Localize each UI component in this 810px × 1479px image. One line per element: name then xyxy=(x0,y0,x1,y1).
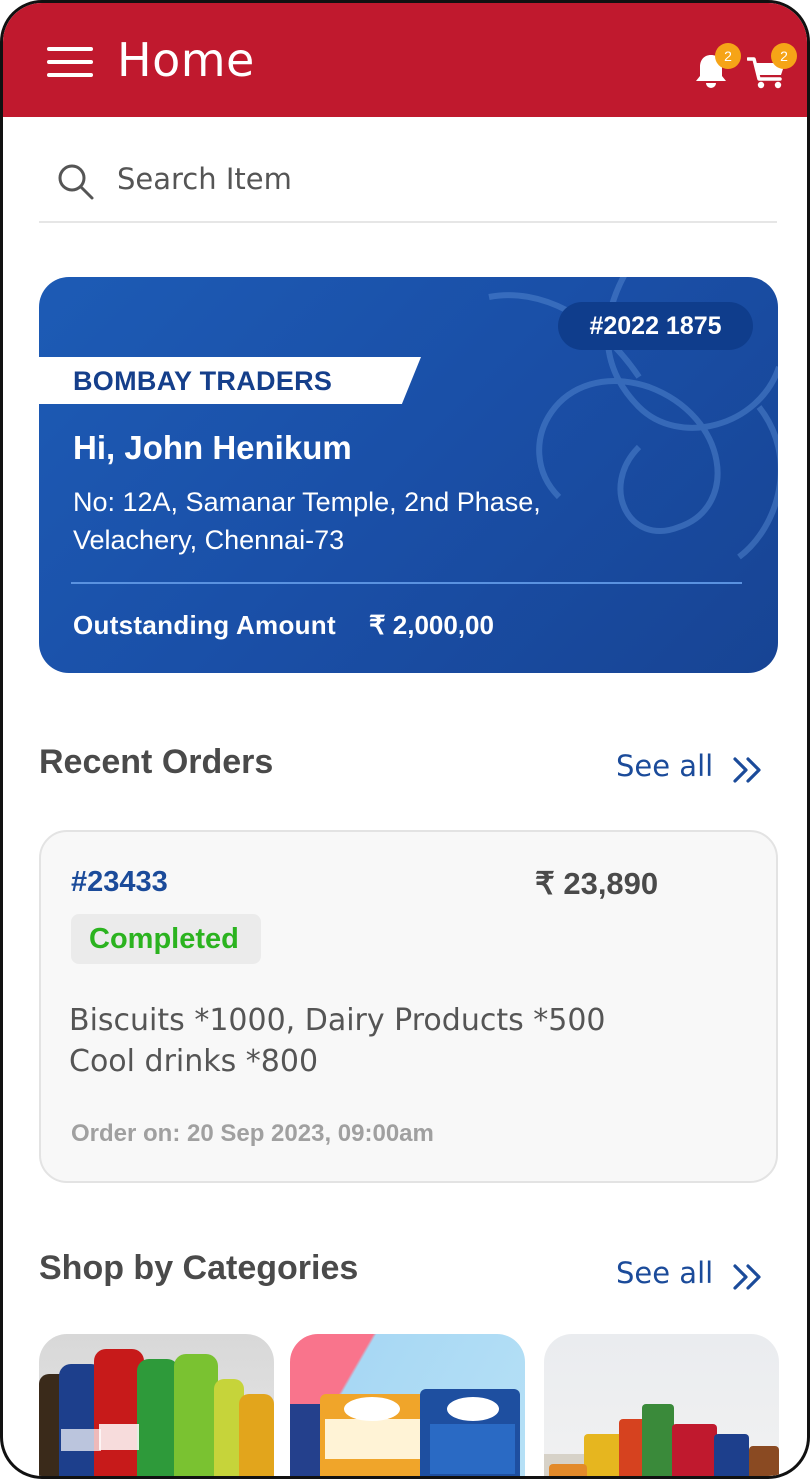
customer-id-badge: #2022 1875 xyxy=(558,302,753,350)
recent-orders-title: Recent Orders xyxy=(39,743,274,781)
cart-count-badge: 2 xyxy=(771,43,797,69)
double-chevron-right-icon[interactable] xyxy=(731,1262,765,1292)
address: No: 12A, Samanar Temple, 2nd Phase, Vela… xyxy=(73,483,673,559)
menu-icon[interactable] xyxy=(47,47,93,77)
recent-orders-see-all-link[interactable]: See all xyxy=(616,749,713,783)
cart-icon[interactable]: 2 xyxy=(746,43,797,91)
order-items: Biscuits *1000, Dairy Products *500 Cool… xyxy=(69,1000,749,1082)
status-badge: Completed xyxy=(71,914,261,964)
categories-see-all-link[interactable]: See all xyxy=(616,1256,713,1290)
order-items-line-2: Cool drinks *800 xyxy=(69,1044,319,1079)
search-icon[interactable] xyxy=(57,163,95,201)
notification-bell-icon[interactable]: 2 xyxy=(691,43,741,91)
outstanding-amount: ₹ 2,000,00 xyxy=(369,610,494,640)
app-frame: Home 2 2 Search Item #2022 1875 BOMBAY T… xyxy=(0,0,810,1479)
category-dairy-products[interactable] xyxy=(290,1334,525,1476)
page-title: Home xyxy=(117,33,255,87)
biscuits-image xyxy=(544,1404,779,1476)
order-amount: ₹ 23,890 xyxy=(535,866,659,901)
search-input[interactable] xyxy=(117,159,717,199)
order-id: #23433 xyxy=(71,866,168,898)
shop-name: BOMBAY TRADERS xyxy=(73,366,333,396)
outstanding-label: Outstanding Amount xyxy=(73,610,336,640)
cool-drinks-image xyxy=(39,1349,274,1476)
search-bar xyxy=(39,135,777,223)
address-line-2: Velachery, Chennai-73 xyxy=(73,525,345,555)
order-card[interactable]: #23433 ₹ 23,890 Completed Biscuits *1000… xyxy=(39,830,778,1183)
order-date: Order on: 20 Sep 2023, 09:00am xyxy=(71,1120,434,1147)
top-app-bar: Home 2 2 xyxy=(3,3,807,117)
card-divider xyxy=(71,582,742,584)
greeting: Hi, John Henikum xyxy=(73,429,352,466)
notification-count-badge: 2 xyxy=(715,43,741,69)
order-items-line-1: Biscuits *1000, Dairy Products *500 xyxy=(69,1003,606,1038)
double-chevron-right-icon[interactable] xyxy=(731,755,765,785)
shop-name-ribbon: BOMBAY TRADERS xyxy=(39,357,421,404)
status-text: Completed xyxy=(89,923,239,955)
category-biscuits[interactable] xyxy=(544,1334,779,1476)
category-cool-drinks[interactable] xyxy=(39,1334,274,1476)
customer-profile-card: #2022 1875 BOMBAY TRADERS Hi, John Henik… xyxy=(39,277,778,673)
dairy-products-image xyxy=(290,1389,520,1476)
categories-title: Shop by Categories xyxy=(39,1249,359,1287)
address-line-1: No: 12A, Samanar Temple, 2nd Phase, xyxy=(73,487,541,517)
